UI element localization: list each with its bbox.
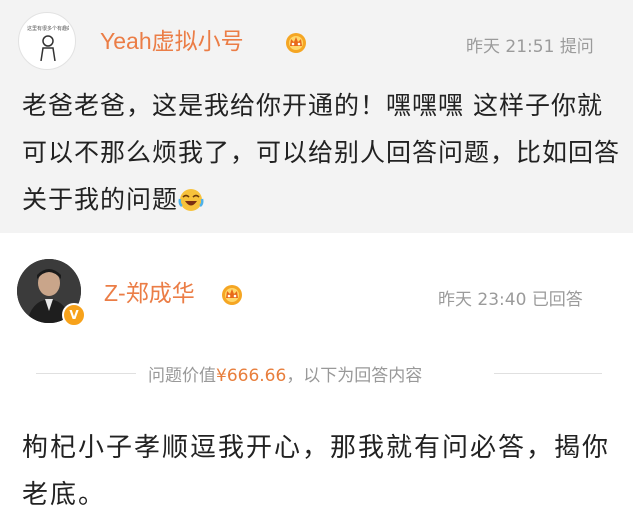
- question-text: 老爸老爸，这是我给你开通的！嘿嘿嘿 这样子你就可以不那么烦我了，可以给别人回答问…: [22, 82, 622, 227]
- divider-right: [494, 373, 602, 374]
- value-suffix: ，以下为回答内容: [286, 366, 423, 386]
- avatar-caption: 这里有很多个有趣的图片: [27, 26, 69, 32]
- crown-badge-icon: [286, 33, 306, 53]
- asker-name[interactable]: Yeah虚拟小号: [100, 26, 244, 56]
- question-meta: 昨天 21:51 提问: [466, 32, 594, 57]
- question-time: 昨天 21:51: [466, 37, 555, 57]
- answer-action: 已回答: [531, 290, 583, 310]
- verified-v-badge: V: [62, 303, 86, 327]
- question-card: 这里有很多个有趣的图片 Yeah虚拟小号 昨天 21:51 提问 老爸老爸，这是…: [0, 0, 633, 233]
- divider-left: [36, 373, 136, 374]
- crown-badge-icon: [222, 285, 242, 305]
- asker-avatar[interactable]: 这里有很多个有趣的图片: [18, 12, 76, 70]
- laughing-crying-emoji-icon: [178, 180, 204, 227]
- answer-time: 昨天 23:40: [438, 290, 527, 310]
- value-amount: ¥666.66: [216, 366, 287, 386]
- answer-text: 枸杞小子孝顺逗我开心，那我就有问必答，揭你老底。: [22, 433, 611, 510]
- answerer-name[interactable]: Z-郑成华: [104, 278, 195, 308]
- person-icon: [40, 35, 56, 61]
- question-body: 老爸老爸，这是我给你开通的！嘿嘿嘿 这样子你就可以不那么烦我了，可以给别人回答问…: [22, 91, 621, 214]
- question-value: 问题价值¥666.66，以下为回答内容: [148, 361, 422, 386]
- answer-meta: 昨天 23:40 已回答: [438, 285, 583, 310]
- question-action: 提问: [559, 37, 594, 57]
- value-label: 问题价值: [148, 366, 216, 386]
